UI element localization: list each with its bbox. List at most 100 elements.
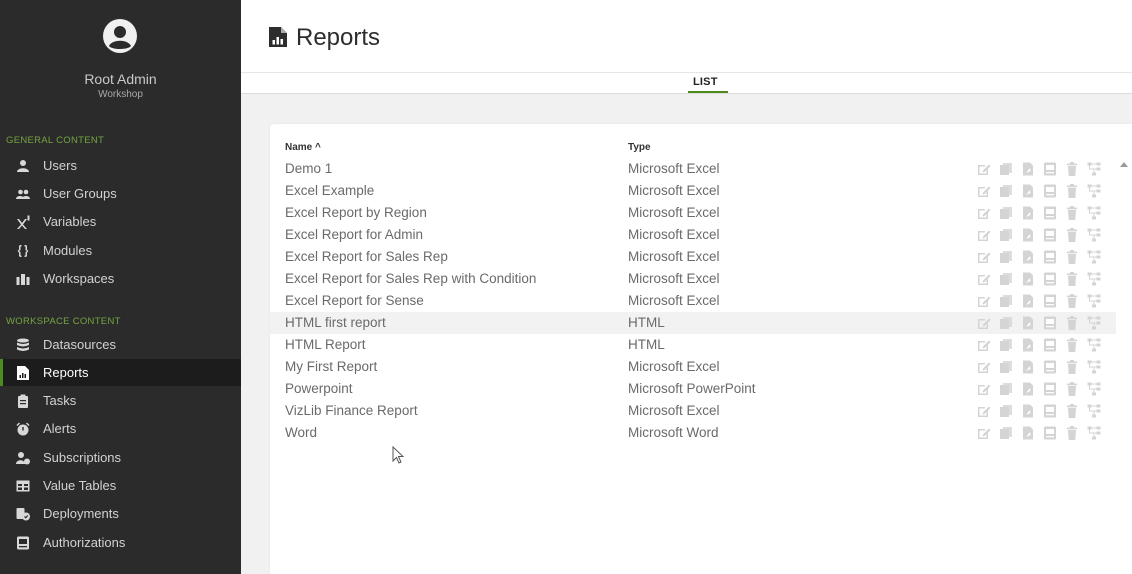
schedule-icon[interactable] [1042,425,1058,441]
table-row[interactable]: Excel Report for Sales Rep with Conditio… [270,268,1116,290]
tab-list[interactable]: LIST [693,76,718,88]
sidebar-item-tasks[interactable]: Tasks [0,387,241,414]
schedule-icon[interactable] [1042,161,1058,177]
delete-icon[interactable] [1064,403,1080,419]
report-name[interactable]: Word [285,425,317,440]
table-row[interactable]: Excel Report for Sales Rep Microsoft Exce… [270,246,1116,268]
report-name[interactable]: HTML first report [285,315,386,330]
copy-icon[interactable] [998,425,1014,441]
preview-icon[interactable] [1020,359,1036,375]
report-name[interactable]: Excel Report by Region [285,205,427,220]
dependencies-icon[interactable] [1086,271,1102,287]
report-name[interactable]: VizLib Finance Report [285,403,418,418]
edit-icon[interactable] [976,271,992,287]
column-header-type[interactable]: Type [628,142,651,153]
report-name[interactable]: Excel Report for Sense [285,293,424,308]
copy-icon[interactable] [998,293,1014,309]
delete-icon[interactable] [1064,293,1080,309]
preview-icon[interactable] [1020,425,1036,441]
schedule-icon[interactable] [1042,381,1058,397]
edit-icon[interactable] [976,315,992,331]
dependencies-icon[interactable] [1086,337,1102,353]
preview-icon[interactable] [1020,293,1036,309]
delete-icon[interactable] [1064,359,1080,375]
table-row[interactable]: Excel Report for Admin Microsoft Excel [270,224,1116,246]
table-row[interactable]: HTML Report HTML [270,334,1116,356]
delete-icon[interactable] [1064,381,1080,397]
sidebar-item-subscriptions[interactable]: Subscriptions [0,444,241,471]
edit-icon[interactable] [976,249,992,265]
preview-icon[interactable] [1020,337,1036,353]
delete-icon[interactable] [1064,337,1080,353]
dependencies-icon[interactable] [1086,205,1102,221]
delete-icon[interactable] [1064,205,1080,221]
scroll-up-arrow-icon[interactable] [1119,160,1129,168]
delete-icon[interactable] [1064,425,1080,441]
preview-icon[interactable] [1020,271,1036,287]
dependencies-icon[interactable] [1086,403,1102,419]
sidebar-item-authorizations[interactable]: Authorizations [0,529,241,556]
sidebar-item-variables[interactable]: Variables [0,208,241,235]
edit-icon[interactable] [976,183,992,199]
edit-icon[interactable] [976,227,992,243]
report-name[interactable]: Demo 1 [285,161,332,176]
edit-icon[interactable] [976,425,992,441]
schedule-icon[interactable] [1042,315,1058,331]
report-name[interactable]: Powerpoint [285,381,353,396]
preview-icon[interactable] [1020,249,1036,265]
delete-icon[interactable] [1064,227,1080,243]
dependencies-icon[interactable] [1086,183,1102,199]
preview-icon[interactable] [1020,205,1036,221]
sidebar-item-deployments[interactable]: Deployments [0,500,241,527]
copy-icon[interactable] [998,271,1014,287]
schedule-icon[interactable] [1042,337,1058,353]
sidebar-item-user-groups[interactable]: User Groups [0,180,241,207]
table-row[interactable]: Powerpoint Microsoft PowerPoint [270,378,1116,400]
delete-icon[interactable] [1064,271,1080,287]
sidebar-item-users[interactable]: Users [0,152,241,179]
schedule-icon[interactable] [1042,293,1058,309]
preview-icon[interactable] [1020,315,1036,331]
copy-icon[interactable] [998,205,1014,221]
preview-icon[interactable] [1020,227,1036,243]
copy-icon[interactable] [998,359,1014,375]
sidebar-item-datasources[interactable]: Datasources [0,331,241,358]
schedule-icon[interactable] [1042,183,1058,199]
schedule-icon[interactable] [1042,403,1058,419]
table-row[interactable]: HTML first report HTML [270,312,1116,334]
copy-icon[interactable] [998,249,1014,265]
report-name[interactable]: Excel Report for Sales Rep [285,249,448,264]
report-name[interactable]: Excel Report for Admin [285,227,423,242]
report-name[interactable]: HTML Report [285,337,366,352]
schedule-icon[interactable] [1042,359,1058,375]
dependencies-icon[interactable] [1086,315,1102,331]
edit-icon[interactable] [976,403,992,419]
edit-icon[interactable] [976,161,992,177]
delete-icon[interactable] [1064,249,1080,265]
schedule-icon[interactable] [1042,205,1058,221]
copy-icon[interactable] [998,315,1014,331]
preview-icon[interactable] [1020,381,1036,397]
copy-icon[interactable] [998,161,1014,177]
sidebar-item-workspaces[interactable]: Workspaces [0,265,241,292]
preview-icon[interactable] [1020,403,1036,419]
delete-icon[interactable] [1064,183,1080,199]
copy-icon[interactable] [998,337,1014,353]
sidebar-item-reports[interactable]: Reports [0,359,241,386]
preview-icon[interactable] [1020,183,1036,199]
delete-icon[interactable] [1064,315,1080,331]
preview-icon[interactable] [1020,161,1036,177]
delete-icon[interactable] [1064,161,1080,177]
report-name[interactable]: My First Report [285,359,377,374]
dependencies-icon[interactable] [1086,249,1102,265]
table-row[interactable]: Excel Report by Region Microsoft Excel [270,202,1116,224]
schedule-icon[interactable] [1042,227,1058,243]
edit-icon[interactable] [976,381,992,397]
sidebar-item-modules[interactable]: Modules [0,237,241,264]
dependencies-icon[interactable] [1086,293,1102,309]
report-name[interactable]: Excel Report for Sales Rep with Conditio… [285,271,536,286]
table-row[interactable]: Word Microsoft Word [270,422,1116,444]
edit-icon[interactable] [976,205,992,221]
dependencies-icon[interactable] [1086,227,1102,243]
table-row[interactable]: VizLib Finance Report Microsoft Excel [270,400,1116,422]
